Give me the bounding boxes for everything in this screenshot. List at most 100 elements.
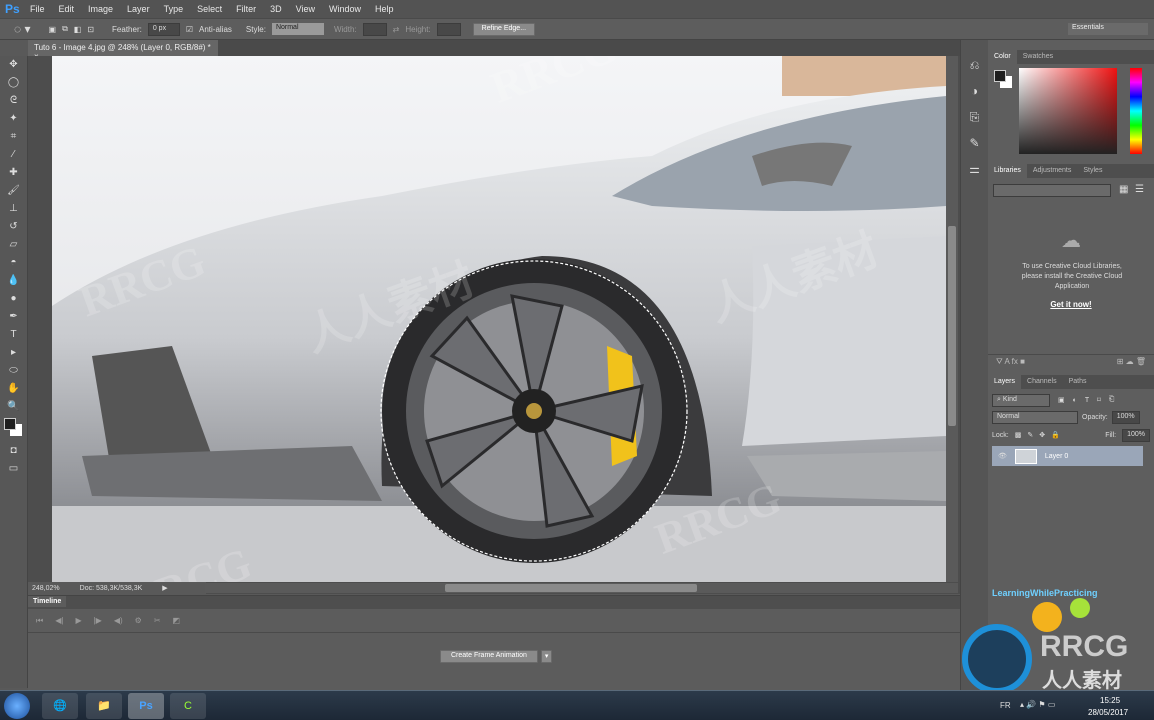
timeline-tab[interactable]: Timeline xyxy=(28,596,67,607)
swap-icon[interactable]: ⇄ xyxy=(393,25,400,34)
brush-tool-icon[interactable]: 🖌 xyxy=(0,182,27,200)
taskbar-explorer[interactable]: 📁 xyxy=(86,693,122,719)
grid-view-icon[interactable]: ▦ xyxy=(1119,184,1128,195)
style-select[interactable]: Normal xyxy=(271,23,324,35)
doc-size[interactable]: Doc: 538,3K/538,3K xyxy=(80,585,143,592)
color-field[interactable] xyxy=(1019,68,1117,154)
status-menu-arrow-icon[interactable]: ▶ xyxy=(162,584,167,592)
clone-stamp-tool-icon[interactable]: ⊥ xyxy=(0,200,27,218)
eye-icon[interactable]: 👁 xyxy=(998,452,1007,460)
blur-tool-icon[interactable]: 💧 xyxy=(0,272,27,290)
language-indicator[interactable]: FR xyxy=(1000,701,1011,710)
menu-file[interactable]: File xyxy=(30,4,45,14)
elliptical-marquee-icon[interactable]: ◌ ▾ xyxy=(14,22,31,36)
clock-date[interactable]: 28/05/2017 xyxy=(1088,708,1128,717)
menu-select[interactable]: Select xyxy=(197,4,222,14)
subtract-selection-icon[interactable]: ◧ xyxy=(74,25,82,34)
move-tool-icon[interactable]: ✥ xyxy=(0,56,27,74)
menu-type[interactable]: Type xyxy=(164,4,184,14)
vertical-scrollbar[interactable] xyxy=(946,56,958,582)
brush-presets-icon[interactable]: ✎ xyxy=(961,136,988,158)
settings-icon[interactable]: ⚙ xyxy=(135,616,142,625)
lock-transparency-icon[interactable]: ▩ xyxy=(1015,431,1022,439)
clock-time[interactable]: 15:25 xyxy=(1100,696,1120,705)
create-frame-animation-button[interactable]: Create Frame Animation xyxy=(440,650,538,663)
layer-filter-select[interactable]: ⌕ Kind xyxy=(992,393,1050,407)
menu-view[interactable]: View xyxy=(296,4,315,14)
transition-icon[interactable]: ◩ xyxy=(173,616,181,625)
blend-mode-select[interactable]: Normal xyxy=(992,410,1078,424)
horizontal-scrollbar[interactable] xyxy=(205,583,958,593)
tray-icons[interactable]: ▴ 🔊 ⚑ ▭ xyxy=(1020,700,1055,709)
foreground-color[interactable] xyxy=(4,418,16,430)
refine-edge-button[interactable]: Refine Edge... xyxy=(472,22,536,36)
zoom-tool-icon[interactable]: 🔍 xyxy=(0,398,27,416)
taskbar-chrome[interactable]: 🌐 xyxy=(42,693,78,719)
healing-brush-tool-icon[interactable]: ✚ xyxy=(0,164,27,182)
layer-row[interactable]: 👁 Layer 0 xyxy=(992,446,1143,466)
menu-window[interactable]: Window xyxy=(329,4,361,14)
tab-swatches[interactable]: Swatches xyxy=(1017,50,1059,64)
scroll-thumb[interactable] xyxy=(445,584,697,592)
taskbar-photoshop[interactable]: Ps xyxy=(128,693,164,719)
lock-all-icon[interactable]: 🔒 xyxy=(1051,431,1060,439)
tab-styles[interactable]: Styles xyxy=(1077,164,1108,178)
width-input[interactable] xyxy=(362,22,387,36)
play-icon[interactable]: ▶ xyxy=(75,616,81,625)
pen-tool-icon[interactable]: ✒ xyxy=(0,308,27,326)
foreground-color[interactable] xyxy=(994,70,1006,82)
filter-adjustment-icon[interactable]: ◐ xyxy=(1073,397,1077,404)
filter-type-icon[interactable]: T xyxy=(1085,397,1089,404)
type-tool-icon[interactable]: T xyxy=(0,326,27,344)
eraser-tool-icon[interactable]: ▱ xyxy=(0,236,27,254)
dropdown-arrow-icon[interactable]: ▾ xyxy=(540,650,553,663)
menu-layer[interactable]: Layer xyxy=(127,4,150,14)
hue-slider[interactable] xyxy=(1130,68,1142,154)
antialias-checkbox[interactable]: ☑ xyxy=(186,25,193,34)
audio-icon[interactable]: ◀) xyxy=(114,616,123,625)
next-frame-icon[interactable]: |▶ xyxy=(94,616,102,625)
taskbar-camtasia[interactable]: C xyxy=(170,693,206,719)
feather-input[interactable]: 0 px xyxy=(147,22,180,36)
scissors-icon[interactable]: ✂ xyxy=(154,616,161,625)
tab-adjustments[interactable]: Adjustments xyxy=(1027,164,1078,178)
magic-wand-tool-icon[interactable]: ✦ xyxy=(0,110,27,128)
lasso-tool-icon[interactable]: ᘓ xyxy=(0,92,27,110)
tab-layers[interactable]: Layers xyxy=(988,375,1022,389)
tab-libraries[interactable]: Libraries xyxy=(988,164,1027,178)
elliptical-marquee-tool-icon[interactable]: ◯ xyxy=(0,74,27,92)
zoom-level[interactable]: 248,02% xyxy=(32,585,60,592)
filter-pixel-icon[interactable]: ▣ xyxy=(1058,396,1065,404)
list-view-icon[interactable]: ☰ xyxy=(1135,184,1144,195)
height-input[interactable] xyxy=(436,22,461,36)
fill-input[interactable]: 100% xyxy=(1122,428,1150,442)
path-selection-tool-icon[interactable]: ▸ xyxy=(0,344,27,362)
layer-name[interactable]: Layer 0 xyxy=(1045,453,1068,460)
start-button[interactable] xyxy=(4,693,30,719)
filter-shape-icon[interactable]: ⌑ xyxy=(1097,396,1101,404)
opacity-input[interactable]: 100% xyxy=(1111,410,1140,424)
intersect-selection-icon[interactable]: ⊡ xyxy=(87,25,94,34)
add-selection-icon[interactable]: ⧉ xyxy=(62,24,68,34)
tab-channels[interactable]: Channels xyxy=(1021,375,1063,389)
workspace-select[interactable]: Essentials xyxy=(1068,23,1148,35)
menu-filter[interactable]: Filter xyxy=(236,4,256,14)
tab-paths[interactable]: Paths xyxy=(1063,375,1093,389)
screen-mode-icon[interactable]: ▭ xyxy=(0,460,27,478)
first-frame-icon[interactable]: ⏮ xyxy=(36,616,43,626)
library-select[interactable] xyxy=(993,184,1111,197)
tool-presets-icon[interactable]: ⚌ xyxy=(961,162,988,184)
quick-mask-icon[interactable]: ◘ xyxy=(0,442,27,460)
color-swatches[interactable] xyxy=(4,416,27,442)
menu-image[interactable]: Image xyxy=(88,4,113,14)
document-canvas[interactable]: RRCG RRCG 人人素材 人人素材 RRCG RRCG xyxy=(52,56,946,582)
eyedropper-tool-icon[interactable]: ⁄ xyxy=(0,146,27,164)
history-icon[interactable]: ⎌ xyxy=(961,58,988,80)
tab-color[interactable]: Color xyxy=(988,50,1017,64)
hand-tool-icon[interactable]: ✋ xyxy=(0,380,27,398)
lock-position-icon[interactable]: ✥ xyxy=(1039,431,1045,439)
document-tab[interactable]: Tuto 6 - Image 4.jpg @ 248% (Layer 0, RG… xyxy=(28,40,218,61)
ellipse-shape-tool-icon[interactable]: ⬭ xyxy=(0,362,27,380)
menu-3d[interactable]: 3D xyxy=(270,4,282,14)
crop-tool-icon[interactable]: ⌗ xyxy=(0,128,27,146)
